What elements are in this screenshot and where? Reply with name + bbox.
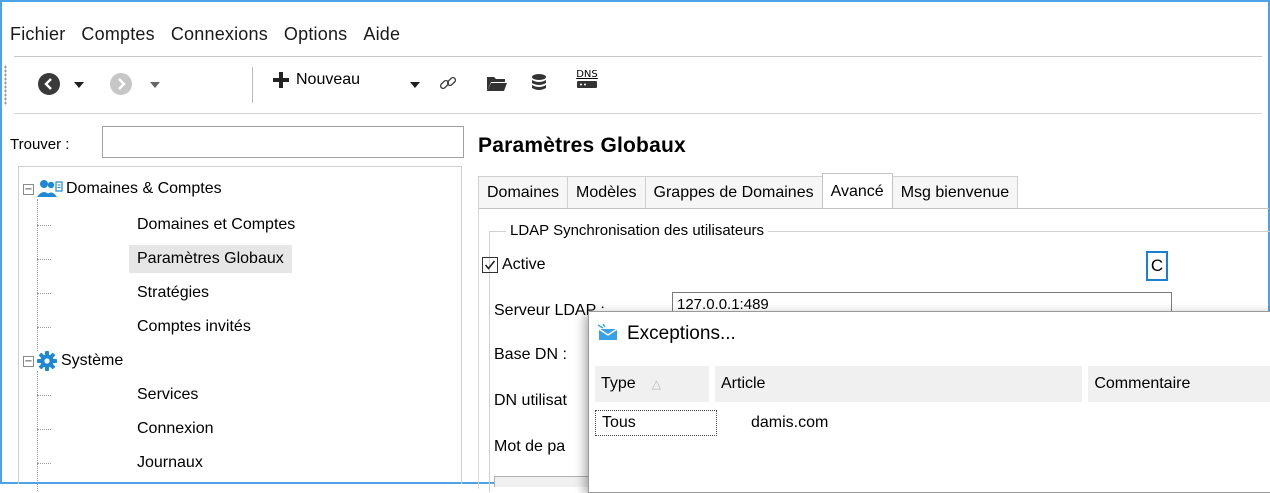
active-checkbox-row[interactable]: Active bbox=[482, 256, 546, 274]
tree-connector bbox=[37, 429, 51, 430]
tree-connector bbox=[37, 371, 38, 491]
checkmark-icon bbox=[484, 260, 496, 270]
navigation-panel: Trouver : − Domaines & Comptes Domaines … bbox=[10, 124, 464, 491]
folder-icon bbox=[487, 77, 507, 91]
tree-node-label: Système bbox=[61, 352, 124, 369]
menu-options[interactable]: Options bbox=[276, 24, 355, 45]
new-dropdown[interactable] bbox=[410, 82, 420, 88]
tree-node-domaines-comptes[interactable]: − Domaines & Comptes bbox=[23, 175, 222, 203]
tree-item-label: Domaines et Comptes bbox=[137, 216, 296, 233]
tab-strip: Domaines Modèles Grappes de Domaines Ava… bbox=[478, 173, 1019, 209]
cell-commentaire[interactable] bbox=[1097, 410, 1270, 436]
cell-article[interactable]: damis.com bbox=[717, 410, 1097, 436]
tab-avance[interactable]: Avancé bbox=[821, 173, 893, 209]
column-label: Article bbox=[721, 375, 766, 392]
forward-arrow-icon bbox=[110, 73, 132, 95]
ldap-c-button[interactable]: C bbox=[1146, 251, 1168, 281]
new-button-label: Nouveau bbox=[296, 71, 361, 88]
back-arrow-icon bbox=[38, 73, 60, 95]
menu-fichier[interactable]: Fichier bbox=[2, 24, 73, 45]
tree-item-connexion[interactable]: Connexion bbox=[131, 415, 220, 443]
dialog-title: Exceptions... bbox=[627, 323, 736, 344]
menu-comptes[interactable]: Comptes bbox=[73, 24, 162, 45]
column-header-commentaire[interactable]: Commentaire bbox=[1088, 366, 1270, 402]
tree-item-label: Comptes invités bbox=[137, 318, 251, 335]
forward-dropdown[interactable] bbox=[150, 82, 160, 88]
navigation-tree: − Domaines & Comptes Domaines et Comptes… bbox=[18, 166, 462, 491]
tree-item-services[interactable]: Services bbox=[131, 381, 204, 409]
gear-icon bbox=[37, 351, 57, 371]
tree-connector bbox=[37, 327, 51, 328]
tree-item-label: Stratégies bbox=[137, 284, 210, 301]
forward-button[interactable] bbox=[110, 73, 132, 95]
exceptions-grid-header: Type △ Article Commentaire bbox=[595, 366, 1270, 402]
tree-connector bbox=[37, 463, 51, 464]
collapse-icon[interactable]: − bbox=[23, 183, 34, 195]
collapse-icon[interactable]: − bbox=[23, 355, 34, 367]
tab-msg-bienvenue[interactable]: Msg bienvenue bbox=[891, 176, 1019, 208]
chevron-down-icon bbox=[74, 82, 84, 88]
tree-connector bbox=[37, 199, 38, 351]
tab-grappes-de-domaines[interactable]: Grappes de Domaines bbox=[644, 176, 823, 208]
active-label: Active bbox=[502, 256, 546, 273]
tree-item-label: Connexion bbox=[137, 420, 214, 437]
ldap-group-title: LDAP Synchronisation des utilisateurs bbox=[506, 222, 769, 239]
open-folder-button[interactable] bbox=[486, 75, 508, 93]
toolbar-grip[interactable] bbox=[4, 65, 7, 105]
tree-connector bbox=[37, 259, 51, 260]
tree-item-label: Services bbox=[137, 386, 199, 403]
table-row[interactable]: Tous damis.com bbox=[595, 410, 1270, 436]
tree-item-comptes-invites[interactable]: Comptes invités bbox=[131, 313, 257, 341]
search-input[interactable] bbox=[102, 126, 464, 158]
chevron-down-icon bbox=[150, 82, 160, 88]
tree-connector bbox=[37, 225, 51, 226]
envelope-icon bbox=[597, 323, 618, 340]
tree-item-label: Paramètres Globaux bbox=[137, 250, 284, 267]
back-dropdown[interactable] bbox=[74, 82, 84, 88]
database-button[interactable] bbox=[530, 73, 548, 93]
link-icon bbox=[439, 76, 457, 90]
dns-button[interactable]: DNS bbox=[576, 69, 598, 90]
exceptions-dialog: Exceptions... Type △ Article Commentaire… bbox=[588, 311, 1270, 493]
column-header-article[interactable]: Article bbox=[715, 366, 1083, 402]
base-dn-label: Base DN : bbox=[494, 346, 567, 363]
column-label: Commentaire bbox=[1094, 375, 1191, 392]
tab-domaines[interactable]: Domaines bbox=[478, 176, 569, 208]
server-icon bbox=[577, 81, 597, 88]
dialog-titlebar[interactable]: Exceptions... bbox=[589, 312, 1270, 356]
tree-item-domaines-et-comptes[interactable]: Domaines et Comptes bbox=[131, 211, 301, 239]
toolbar-separator bbox=[252, 67, 253, 103]
tree-node-label: Domaines & Comptes bbox=[66, 180, 222, 197]
bottom-button-edge[interactable] bbox=[494, 476, 595, 487]
tree-item-journaux[interactable]: Journaux bbox=[131, 449, 209, 477]
sort-ascending-icon: △ bbox=[651, 377, 661, 391]
column-header-type[interactable]: Type △ bbox=[595, 366, 709, 402]
back-button[interactable] bbox=[38, 73, 60, 95]
column-label: Type bbox=[601, 375, 636, 392]
tree-item-parametres-globaux[interactable]: Paramètres Globaux bbox=[129, 245, 292, 273]
tree-connector bbox=[37, 293, 51, 294]
chevron-down-icon bbox=[410, 82, 420, 88]
tree-node-systeme[interactable]: − Système bbox=[23, 347, 123, 375]
password-label: Mot de pa bbox=[494, 438, 566, 455]
menu-bar: Fichier Comptes Connexions Options Aide bbox=[2, 14, 1262, 54]
database-icon bbox=[532, 74, 546, 90]
toolbar: Nouveau DNS bbox=[4, 56, 1262, 114]
dns-label: DNS bbox=[576, 69, 598, 80]
menu-aide[interactable]: Aide bbox=[355, 24, 408, 45]
tree-connector bbox=[37, 395, 51, 396]
new-button[interactable]: Nouveau bbox=[272, 71, 360, 89]
tab-modeles[interactable]: Modèles bbox=[567, 176, 646, 208]
users-icon bbox=[37, 180, 63, 197]
tree-item-strategies[interactable]: Stratégies bbox=[131, 279, 215, 307]
search-label: Trouver : bbox=[10, 136, 70, 153]
dn-user-label: DN utilisat bbox=[494, 392, 567, 409]
active-checkbox[interactable] bbox=[482, 257, 498, 273]
cell-type[interactable]: Tous bbox=[595, 410, 717, 436]
menu-connexions[interactable]: Connexions bbox=[163, 24, 276, 45]
plus-icon bbox=[273, 72, 289, 88]
page-title: Paramètres Globaux bbox=[478, 134, 686, 157]
tree-item-label: Journaux bbox=[137, 454, 203, 471]
link-button[interactable] bbox=[438, 73, 458, 93]
